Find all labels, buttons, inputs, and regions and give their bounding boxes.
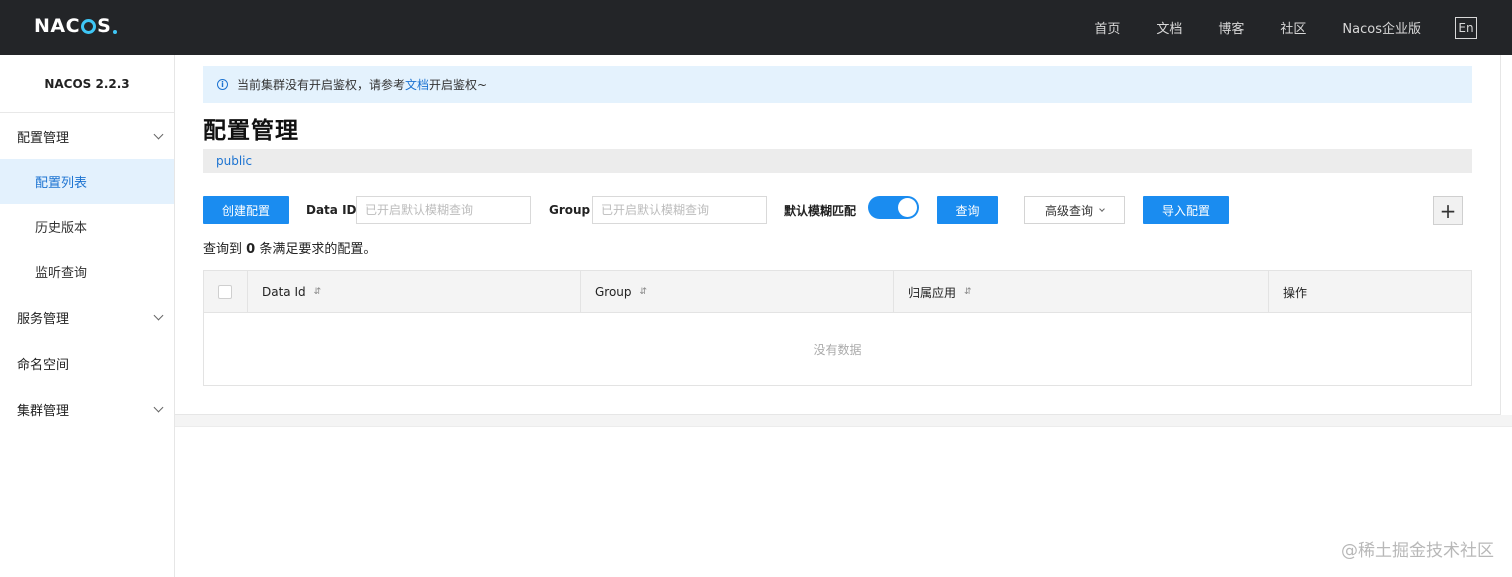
table-header: Data Id ⇵ Group ⇵ 归属应用 ⇵ 操作	[204, 271, 1471, 313]
top-nav: 首页 文档 博客 社区 Nacos企业版 En	[1094, 0, 1512, 55]
chevron-down-icon	[153, 129, 164, 139]
select-all-cell	[204, 271, 248, 313]
sidebar-group-cluster[interactable]: 集群管理	[0, 386, 174, 432]
namespace-bar: public	[203, 149, 1472, 173]
plus-icon[interactable]: +	[1433, 196, 1463, 225]
search-toolbar: 创建配置 Data ID Group 默认模糊匹配 查询 高级查询 导入配置 +	[203, 196, 1472, 225]
logo-dot-icon	[113, 30, 118, 34]
sort-icon[interactable]: ⇵	[640, 287, 648, 297]
column-header-actions: 操作	[1269, 271, 1471, 313]
column-header-app[interactable]: 归属应用 ⇵	[894, 271, 1269, 313]
content-footer-strip	[175, 415, 1512, 427]
notice-docs-link[interactable]: 文档	[405, 76, 429, 93]
data-id-input[interactable]	[356, 196, 531, 224]
select-all-checkbox[interactable]	[218, 285, 232, 299]
result-count: 0	[246, 242, 256, 257]
sidebar-item-namespace[interactable]: 命名空间	[0, 340, 174, 386]
column-label: 归属应用	[908, 285, 957, 300]
sidebar-item-listener-query[interactable]: 监听查询	[0, 249, 174, 294]
group-input[interactable]	[592, 196, 767, 224]
chevron-down-icon	[153, 310, 164, 320]
logo-text-start: NAC	[34, 15, 81, 37]
column-label: 操作	[1283, 285, 1308, 300]
column-header-data-id[interactable]: Data Id ⇵	[248, 271, 581, 313]
group-label: Group	[549, 203, 591, 217]
notice-text-post: 开启鉴权~	[429, 78, 488, 92]
version-label: NACOS 2.2.3	[0, 55, 174, 113]
sidebar: NACOS 2.2.3 配置管理 配置列表 历史版本 监听查询 服务管理 命名空…	[0, 55, 175, 577]
auth-notice-banner: i 当前集群没有开启鉴权，请参考 文档 开启鉴权~	[203, 66, 1472, 103]
info-icon: i	[217, 79, 228, 90]
language-toggle-button[interactable]: En	[1455, 16, 1477, 39]
table-empty-state: 没有数据	[813, 342, 862, 357]
main-content: i 当前集群没有开启鉴权，请参考 文档 开启鉴权~ 配置管理 public 创建…	[175, 55, 1501, 415]
column-header-group[interactable]: Group ⇵	[581, 271, 894, 313]
result-text-post: 条满足要求的配置。	[255, 242, 377, 257]
advanced-search-label: 高级查询	[1044, 203, 1093, 218]
logo-ring-icon	[81, 18, 97, 34]
sort-icon[interactable]: ⇵	[314, 287, 322, 297]
advanced-search-button[interactable]: 高级查询	[1024, 196, 1125, 224]
sort-icon[interactable]: ⇵	[964, 287, 972, 297]
fuzzy-match-toggle[interactable]	[868, 196, 919, 219]
result-summary: 查询到 0 条满足要求的配置。	[203, 238, 376, 257]
create-config-button[interactable]: 创建配置	[203, 196, 289, 224]
sidebar-group-service[interactable]: 服务管理	[0, 294, 174, 340]
watermark-text: @稀土掘金技术社区	[1341, 541, 1494, 561]
nav-community[interactable]: 社区	[1280, 18, 1306, 37]
notice-text-pre: 当前集群没有开启鉴权，请参考	[237, 78, 406, 92]
sidebar-group-label: 集群管理	[17, 403, 70, 419]
nacos-logo[interactable]: NAC S	[34, 14, 118, 38]
column-label: Data Id	[262, 285, 306, 299]
sidebar-item-label: 监听查询	[35, 266, 88, 281]
sidebar-group-label: 命名空间	[17, 357, 70, 373]
namespace-public-link[interactable]: public	[216, 154, 252, 168]
import-config-button[interactable]: 导入配置	[1143, 196, 1229, 224]
sidebar-item-history[interactable]: 历史版本	[0, 204, 174, 249]
sidebar-group-label: 服务管理	[17, 311, 70, 327]
data-id-label: Data ID	[306, 203, 357, 217]
page-title: 配置管理	[203, 118, 299, 144]
column-label: Group	[595, 285, 632, 299]
sidebar-item-config-list[interactable]: 配置列表	[0, 159, 174, 204]
nav-blog[interactable]: 博客	[1218, 18, 1244, 37]
sidebar-group-config[interactable]: 配置管理	[0, 113, 174, 159]
result-text-pre: 查询到	[203, 242, 247, 257]
logo-text-end: S	[97, 15, 112, 37]
chevron-down-icon	[1099, 205, 1105, 212]
sidebar-item-label: 历史版本	[35, 221, 88, 236]
chevron-down-icon	[153, 402, 164, 412]
nav-docs[interactable]: 文档	[1156, 18, 1182, 37]
sidebar-group-label: 配置管理	[17, 130, 70, 146]
nav-home[interactable]: 首页	[1094, 18, 1120, 37]
search-button[interactable]: 查询	[937, 196, 998, 224]
fuzzy-match-label: 默认模糊匹配	[784, 203, 857, 218]
nav-enterprise[interactable]: Nacos企业版	[1342, 18, 1421, 37]
top-bar: NAC S 首页 文档 博客 社区 Nacos企业版 En	[0, 0, 1512, 55]
sidebar-item-label: 配置列表	[35, 176, 88, 191]
config-table: Data Id ⇵ Group ⇵ 归属应用 ⇵ 操作 没有数据	[203, 270, 1472, 386]
toggle-knob	[898, 198, 917, 217]
